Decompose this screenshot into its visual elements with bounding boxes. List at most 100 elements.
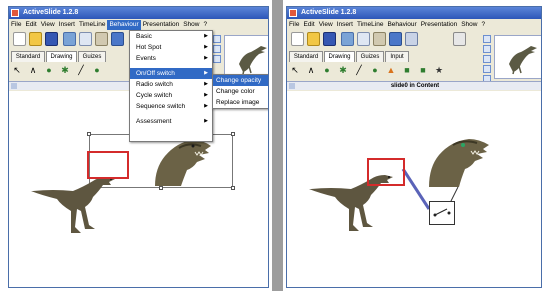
circle-tool-icon[interactable]: ● bbox=[369, 64, 381, 76]
copy-icon[interactable] bbox=[79, 32, 92, 46]
hotspot-region[interactable] bbox=[87, 151, 129, 179]
right-slide-title: slide0 in Content bbox=[390, 83, 440, 89]
menu-file[interactable]: File bbox=[287, 20, 301, 30]
resize-handle[interactable] bbox=[231, 186, 235, 190]
menu-item-change-color[interactable]: Change color bbox=[213, 86, 268, 97]
undo-icon[interactable] bbox=[389, 32, 402, 46]
line-tool-icon[interactable]: ╱ bbox=[75, 64, 87, 76]
pin-icon[interactable] bbox=[11, 83, 17, 89]
menu-item-change-opacity[interactable]: Change opacity bbox=[213, 75, 268, 86]
menu-presentation[interactable]: Presentation bbox=[141, 20, 182, 30]
on-off-switch-icon[interactable] bbox=[429, 201, 455, 225]
pointer-tool-icon[interactable]: ↖ bbox=[289, 64, 301, 76]
menu-item-basic[interactable]: Basic ▶ bbox=[130, 31, 212, 42]
line-tool-icon[interactable]: ╱ bbox=[353, 64, 365, 76]
tab-guizes[interactable]: Guizes bbox=[356, 51, 384, 62]
side-panel-icon[interactable] bbox=[213, 45, 221, 53]
save-disk-icon[interactable] bbox=[323, 32, 336, 46]
menu-item-assessment[interactable]: Assessment ▶ bbox=[130, 116, 212, 127]
side-panel-icon[interactable] bbox=[213, 55, 221, 63]
undo-icon[interactable] bbox=[111, 32, 124, 46]
menu-item-sequence-switch[interactable]: Sequence switch ▶ bbox=[130, 101, 212, 112]
hotspot-region[interactable] bbox=[367, 158, 405, 186]
submenu-arrow-icon: ▶ bbox=[204, 33, 208, 39]
right-title-bar: ActiveSlide 1.2.8 bbox=[287, 7, 541, 19]
tab-guizes[interactable]: Guizes bbox=[78, 51, 106, 62]
open-folder-icon[interactable] bbox=[29, 32, 42, 46]
cut-icon[interactable] bbox=[63, 32, 76, 46]
menu-timeline[interactable]: TimeLine bbox=[355, 20, 386, 30]
paste-icon[interactable] bbox=[373, 32, 386, 46]
copy-icon[interactable] bbox=[357, 32, 370, 46]
behaviour-menu: Basic ▶ Hot Spot ▶ Events ▶ On/Off switch ▶ … bbox=[129, 30, 213, 142]
right-slide-title-bar: slide0 in Content bbox=[287, 81, 541, 90]
menu-behaviour[interactable]: Behaviour bbox=[107, 20, 141, 30]
left-menu-bar: File Edit View Insert TimeLine Behaviour Prese… bbox=[9, 20, 268, 30]
menu-file[interactable]: File bbox=[9, 20, 23, 30]
right-slide-canvas[interactable] bbox=[287, 91, 541, 287]
cut-icon[interactable] bbox=[341, 32, 354, 46]
tab-input[interactable]: Input bbox=[385, 51, 409, 62]
right-slide-thumbnail[interactable] bbox=[494, 35, 541, 79]
menu-presentation[interactable]: Presentation bbox=[419, 20, 460, 30]
square-tool-icon[interactable]: ■ bbox=[417, 64, 429, 76]
side-panel-icon[interactable] bbox=[483, 45, 491, 53]
submenu-arrow-icon: ▶ bbox=[204, 44, 208, 50]
right-window-title: ActiveSlide 1.2.8 bbox=[301, 9, 357, 16]
menu-edit[interactable]: Edit bbox=[23, 20, 38, 30]
left-window-title: ActiveSlide 1.2.8 bbox=[23, 9, 79, 16]
menu-item-hot-spot[interactable]: Hot Spot ▶ bbox=[130, 42, 212, 53]
menu-item-events[interactable]: Events ▶ bbox=[130, 53, 212, 64]
rectangle-tool-icon[interactable]: ■ bbox=[401, 64, 413, 76]
polygon-tool-icon[interactable]: ∧ bbox=[305, 64, 317, 76]
menu-insert[interactable]: Insert bbox=[57, 20, 77, 30]
ellipse-tool-icon[interactable]: ● bbox=[43, 64, 55, 76]
menu-help[interactable]: ? bbox=[201, 20, 209, 30]
menu-item-replace-image[interactable]: Replace image bbox=[213, 97, 268, 108]
left-slide-thumbnail[interactable] bbox=[224, 35, 268, 79]
menu-item-on-off-switch[interactable]: On/Off switch ▶ bbox=[130, 68, 212, 79]
menu-show[interactable]: Show bbox=[459, 20, 479, 30]
resize-handle[interactable] bbox=[87, 132, 91, 136]
menu-help[interactable]: ? bbox=[479, 20, 487, 30]
new-document-icon[interactable] bbox=[291, 32, 304, 46]
new-document-icon[interactable] bbox=[13, 32, 26, 46]
ellipse-tool-icon[interactable]: ● bbox=[321, 64, 333, 76]
menu-timeline[interactable]: TimeLine bbox=[77, 20, 108, 30]
pin-icon[interactable] bbox=[289, 83, 295, 89]
tab-drawing[interactable]: Drawing bbox=[46, 51, 77, 62]
paste-icon[interactable] bbox=[95, 32, 108, 46]
menu-view[interactable]: View bbox=[39, 20, 57, 30]
menu-item-radio-switch[interactable]: Radio switch ▶ bbox=[130, 79, 212, 90]
resize-handle[interactable] bbox=[231, 132, 235, 136]
left-app-window: ActiveSlide 1.2.8 File Edit View Insert Time… bbox=[8, 6, 269, 288]
menu-insert[interactable]: Insert bbox=[335, 20, 355, 30]
star-tool-icon[interactable]: ✱ bbox=[59, 64, 71, 76]
star-tool-icon[interactable]: ✱ bbox=[337, 64, 349, 76]
tab-standard[interactable]: Standard bbox=[11, 51, 45, 62]
arrow-up-tool-icon[interactable]: ▲ bbox=[385, 64, 397, 76]
menu-behaviour[interactable]: Behaviour bbox=[385, 20, 418, 30]
side-panel-icon[interactable] bbox=[483, 55, 491, 63]
polygon-tool-icon[interactable]: ∧ bbox=[27, 64, 39, 76]
tab-standard[interactable]: Standard bbox=[289, 51, 323, 62]
slideshow-icon[interactable] bbox=[453, 32, 466, 46]
star-shape-tool-icon[interactable]: ★ bbox=[433, 64, 445, 76]
pointer-tool-icon[interactable]: ↖ bbox=[11, 64, 23, 76]
left-title-bar: ActiveSlide 1.2.8 bbox=[9, 7, 268, 19]
dinosaur-image[interactable] bbox=[423, 129, 499, 189]
tab-drawing[interactable]: Drawing bbox=[324, 51, 355, 62]
save-disk-icon[interactable] bbox=[45, 32, 58, 46]
menu-edit[interactable]: Edit bbox=[301, 20, 316, 30]
submenu-arrow-icon: ▶ bbox=[204, 103, 208, 109]
resize-handle[interactable] bbox=[159, 186, 163, 190]
circle-tool-icon[interactable]: ● bbox=[91, 64, 103, 76]
menu-item-cycle-switch[interactable]: Cycle switch ▶ bbox=[130, 90, 212, 101]
menu-show[interactable]: Show bbox=[181, 20, 201, 30]
menu-view[interactable]: View bbox=[317, 20, 335, 30]
open-folder-icon[interactable] bbox=[307, 32, 320, 46]
side-panel-icon[interactable] bbox=[483, 65, 491, 73]
side-panel-icon[interactable] bbox=[213, 35, 221, 43]
side-panel-icon[interactable] bbox=[483, 35, 491, 43]
redo-icon[interactable] bbox=[405, 32, 418, 46]
